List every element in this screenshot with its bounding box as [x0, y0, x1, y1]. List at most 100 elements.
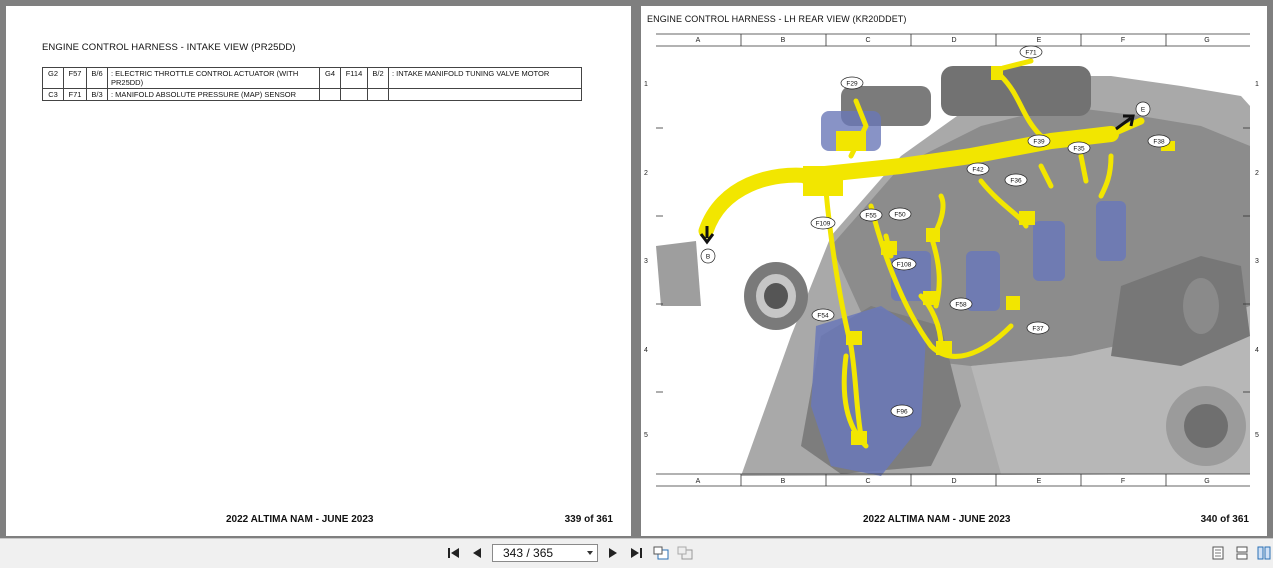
callout-f39: F39	[1027, 134, 1051, 148]
single-page-view-icon	[1212, 546, 1224, 560]
svg-text:F96: F96	[896, 409, 908, 416]
last-page-icon	[631, 548, 642, 558]
fit-page-icon	[653, 546, 669, 560]
chevron-down-icon	[587, 551, 593, 555]
table-cell	[367, 88, 389, 101]
grid-col-label: B	[781, 37, 786, 44]
grid-col-label: C	[865, 478, 870, 485]
table-cell: F57	[63, 67, 87, 89]
callout-f54: F54	[811, 308, 835, 322]
grid-col-label: A	[696, 37, 701, 44]
continuous-view-button[interactable]	[1232, 543, 1252, 563]
svg-text:F38: F38	[1153, 139, 1165, 146]
prev-page-button[interactable]	[467, 543, 487, 563]
grid-col-label: D	[951, 37, 956, 44]
continuous-view-icon	[1236, 546, 1248, 560]
table-row: G2 F57 B/6 : ELECTRIC THROTTLE CONTROL A…	[42, 67, 582, 89]
callout-f42: F42	[966, 162, 990, 176]
next-page-button[interactable]	[603, 543, 623, 563]
callout-f58: F58	[949, 297, 973, 311]
table-cell: B/2	[367, 67, 389, 89]
svg-text:F36: F36	[1010, 178, 1022, 185]
callout-f38: F38	[1147, 134, 1171, 148]
svg-text:F71: F71	[1025, 50, 1037, 57]
left-page: ENGINE CONTROL HARNESS - INTAKE VIEW (PR…	[6, 6, 631, 536]
table-cell: B/3	[86, 88, 108, 101]
table-cell: : INTAKE MANIFOLD TUNING VALVE MOTOR	[388, 67, 582, 89]
table-cell: G4	[319, 67, 341, 89]
grid-col-label: C	[865, 37, 870, 44]
callout-f35: F35	[1067, 141, 1091, 155]
grid-col-label: F	[1121, 37, 1125, 44]
callout-f50: F50	[888, 207, 912, 221]
fit-width-icon	[677, 546, 693, 560]
right-footer-page-number: 340 of 361	[1200, 514, 1249, 525]
svg-text:F55: F55	[865, 213, 877, 220]
callout-e: E	[1135, 101, 1151, 117]
single-page-view-button[interactable]	[1208, 543, 1228, 563]
fit-width-button[interactable]	[675, 543, 695, 563]
callout-f109: F109	[810, 216, 836, 230]
svg-text:F108: F108	[897, 262, 912, 269]
grid-col-label: E	[1037, 478, 1042, 485]
svg-text:F42: F42	[972, 167, 984, 174]
grid-row-label: 2	[644, 170, 648, 177]
first-page-icon	[448, 548, 459, 558]
callout-f36: F36	[1004, 173, 1028, 187]
next-page-icon	[609, 548, 617, 558]
grid-col-label: G	[1204, 478, 1209, 485]
callout-f37: F37	[1026, 321, 1050, 335]
fit-page-button[interactable]	[651, 543, 671, 563]
table-cell: : MANIFOLD ABSOLUTE PRESSURE (MAP) SENSO…	[107, 88, 320, 101]
table-cell: F114	[340, 67, 368, 89]
page-number-select[interactable]: 343 / 365	[492, 544, 598, 562]
grid-row-label: 1	[644, 81, 648, 88]
svg-text:F58: F58	[955, 302, 967, 309]
svg-text:F29: F29	[846, 81, 858, 88]
svg-text:F109: F109	[816, 221, 831, 228]
grid-col-label: F	[1121, 478, 1125, 485]
table-cell	[340, 88, 368, 101]
svg-text:F54: F54	[817, 313, 829, 320]
table-cell: F71	[63, 88, 87, 101]
svg-text:E: E	[1141, 107, 1146, 114]
last-page-button[interactable]	[626, 543, 646, 563]
first-page-button[interactable]	[444, 543, 464, 563]
connector-table: G2 F57 B/6 : ELECTRIC THROTTLE CONTROL A…	[42, 67, 582, 101]
two-page-view-button[interactable]	[1254, 543, 1273, 563]
callout-f108: F108	[891, 257, 917, 271]
svg-text:F50: F50	[894, 212, 906, 219]
left-footer-page-number: 339 of 361	[564, 514, 613, 525]
table-row: C3 F71 B/3 : MANIFOLD ABSOLUTE PRESSURE …	[42, 88, 582, 101]
table-cell: C3	[42, 88, 64, 101]
grid-row-label: 2	[1255, 170, 1259, 177]
left-page-title: ENGINE CONTROL HARNESS - INTAKE VIEW (PR…	[42, 42, 296, 53]
left-footer-model: 2022 ALTIMA NAM - JUNE 2023	[226, 514, 374, 525]
viewer-toolbar: 343 / 365	[0, 538, 1273, 568]
engine-illustration	[656, 46, 1250, 476]
prev-page-icon	[473, 548, 481, 558]
table-cell	[388, 88, 582, 101]
grid-row-label: 4	[644, 347, 648, 354]
grid-col-label: D	[951, 478, 956, 485]
table-cell	[319, 88, 341, 101]
svg-text:F37: F37	[1032, 326, 1044, 333]
svg-text:B: B	[706, 254, 710, 261]
callout-b: B	[700, 248, 716, 264]
grid-row-label: 5	[1255, 432, 1259, 439]
svg-text:F35: F35	[1073, 146, 1085, 153]
table-cell: B/6	[86, 67, 108, 89]
table-cell: : ELECTRIC THROTTLE CONTROL ACTUATOR (WI…	[107, 67, 320, 89]
callout-f55: F55	[859, 208, 883, 222]
callout-f96: F96	[890, 404, 914, 418]
grid-row-label: 5	[644, 432, 648, 439]
grid-row-label: 4	[1255, 347, 1259, 354]
page-number-value: 343 / 365	[503, 546, 554, 560]
grid-col-label: G	[1204, 37, 1209, 44]
harness-diagram: A B C D E F G A B C D E F G 1 2 3 4 5 1 …	[644, 33, 1259, 487]
grid-col-label: A	[696, 478, 701, 485]
grid-row-label: 3	[644, 258, 648, 265]
grid-row-label: 3	[1255, 258, 1259, 265]
svg-text:F39: F39	[1033, 139, 1045, 146]
grid-col-label: E	[1037, 37, 1042, 44]
